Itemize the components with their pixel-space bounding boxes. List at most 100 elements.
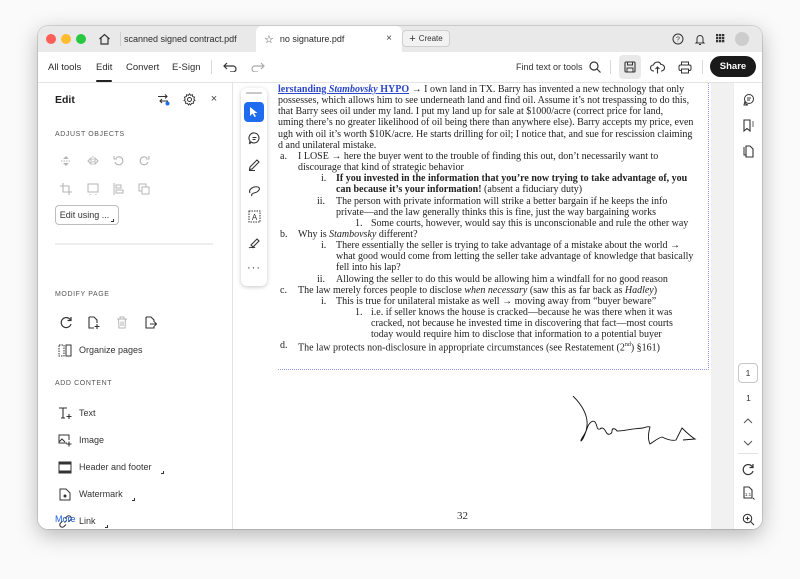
pen-icon bbox=[248, 158, 260, 171]
fit-page-button[interactable]: 1:1 bbox=[740, 485, 756, 501]
redo-button[interactable] bbox=[250, 59, 266, 75]
window-zoom-button[interactable] bbox=[76, 34, 86, 44]
switch-arrows-icon bbox=[157, 93, 169, 105]
text-box-tool-button[interactable]: A bbox=[244, 206, 264, 226]
panel-close-button[interactable]: × bbox=[206, 91, 222, 107]
rotate-view-button[interactable] bbox=[740, 461, 756, 477]
watermark-button[interactable]: Watermark bbox=[58, 485, 135, 503]
find-text-or-tools[interactable]: Find text or tools bbox=[516, 52, 601, 82]
create-button[interactable]: + Create bbox=[402, 30, 450, 47]
window-minimize-button[interactable] bbox=[61, 34, 71, 44]
print-button[interactable] bbox=[677, 59, 693, 75]
select-tool-button[interactable] bbox=[244, 102, 264, 122]
align-objects-button[interactable] bbox=[111, 181, 127, 197]
tab-no-signature[interactable]: ☆ no signature.pdf × bbox=[256, 26, 402, 52]
document-text-line: discourage that kind of strategic behavi… bbox=[298, 162, 464, 174]
more-tools-button[interactable]: ··· bbox=[244, 258, 264, 278]
replace-image-button[interactable] bbox=[85, 181, 101, 197]
delete-page-button[interactable] bbox=[114, 314, 130, 330]
edit-using-button[interactable]: Edit using ... bbox=[55, 205, 119, 225]
menu-esign[interactable]: E-Sign bbox=[172, 52, 201, 82]
upload-button[interactable] bbox=[649, 59, 665, 75]
text-box-icon: A bbox=[248, 210, 260, 222]
flip-horizontal-button[interactable] bbox=[85, 153, 101, 169]
tab-scanned-signed-contract[interactable]: scanned signed contract.pdf bbox=[122, 26, 256, 52]
header-footer-label: Header and footer bbox=[79, 462, 152, 472]
organize-pages-button[interactable]: Organize pages bbox=[58, 341, 143, 359]
rail-divider bbox=[738, 453, 758, 454]
header-footer-icon bbox=[58, 460, 72, 474]
draw-tool-button[interactable] bbox=[244, 180, 264, 200]
dropdown-corner-icon bbox=[160, 471, 164, 474]
svg-text:1:1: 1:1 bbox=[744, 492, 751, 497]
bookmarks-panel-button[interactable] bbox=[740, 117, 756, 133]
comments-icon bbox=[742, 93, 754, 105]
crop-button[interactable] bbox=[58, 181, 74, 197]
add-text-label: Text bbox=[79, 408, 96, 418]
list-marker: i. bbox=[321, 240, 327, 252]
next-page-button[interactable] bbox=[740, 435, 756, 451]
menu-all-tools[interactable]: All tools bbox=[48, 52, 81, 82]
arrange-icon bbox=[138, 183, 150, 195]
drag-handle[interactable] bbox=[246, 92, 262, 94]
document-text-line: uming there’s no greater likelihood of o… bbox=[278, 117, 694, 129]
add-text-button[interactable]: Text bbox=[58, 404, 96, 422]
document-text-line: possesses, which allows him to see under… bbox=[278, 95, 690, 107]
tab-label: no signature.pdf bbox=[279, 34, 345, 44]
notifications-button[interactable] bbox=[692, 31, 708, 47]
comment-tool-button[interactable] bbox=[244, 128, 264, 148]
document-text-line: If you invested in the information that … bbox=[336, 173, 688, 185]
document-text-line: can because it’s your information! (abse… bbox=[336, 184, 583, 196]
arrange-objects-button[interactable] bbox=[136, 181, 152, 197]
flip-vertical-button[interactable] bbox=[58, 153, 74, 169]
share-button[interactable]: Share bbox=[710, 56, 756, 77]
undo-icon bbox=[223, 62, 237, 72]
panel-settings-button[interactable] bbox=[181, 91, 197, 107]
extract-page-button[interactable] bbox=[142, 314, 158, 330]
more-link[interactable]: More bbox=[55, 514, 76, 524]
editable-text-block[interactable]: lerstanding Stambovsky HYPO → I own land… bbox=[278, 83, 709, 370]
document-text-line: ugh with oil it’s worth $10K/acre. He st… bbox=[278, 128, 693, 140]
rotate-left-button[interactable] bbox=[111, 153, 127, 169]
watermark-icon bbox=[58, 487, 72, 501]
add-image-label: Image bbox=[79, 435, 105, 445]
save-button[interactable] bbox=[619, 55, 641, 79]
document-text-line: cracked, not because he invested time in… bbox=[371, 318, 673, 330]
svg-text:A: A bbox=[251, 213, 257, 222]
window-close-button[interactable] bbox=[46, 34, 56, 44]
menu-convert[interactable]: Convert bbox=[126, 52, 159, 82]
insert-page-button[interactable] bbox=[85, 314, 101, 330]
document-scrollbar[interactable] bbox=[717, 83, 733, 529]
trash-icon bbox=[117, 316, 127, 328]
tab-divider bbox=[120, 32, 121, 46]
close-tab-icon[interactable]: × bbox=[386, 33, 392, 44]
document-text-line: Allowing the seller to do this would be … bbox=[336, 273, 668, 285]
flip-horizontal-icon bbox=[87, 156, 99, 166]
list-marker: ii. bbox=[317, 273, 326, 285]
pages-panel-button[interactable] bbox=[740, 143, 756, 159]
current-page-input[interactable]: 1 bbox=[738, 363, 758, 383]
rotate-page-icon bbox=[60, 316, 72, 328]
header-footer-button[interactable]: Header and footer bbox=[58, 458, 164, 476]
rotate-right-button[interactable] bbox=[136, 153, 152, 169]
extract-page-icon bbox=[144, 315, 157, 329]
add-image-button[interactable]: Image bbox=[58, 431, 104, 449]
comments-panel-button[interactable] bbox=[740, 91, 756, 107]
menu-edit[interactable]: Edit bbox=[96, 52, 113, 82]
star-icon[interactable]: ☆ bbox=[264, 33, 274, 46]
rotate-page-button[interactable] bbox=[58, 314, 74, 330]
zoom-in-button[interactable] bbox=[740, 511, 756, 527]
sign-tool-button[interactable] bbox=[244, 232, 264, 252]
highlight-tool-button[interactable] bbox=[244, 154, 264, 174]
panel-title: Edit bbox=[55, 94, 75, 106]
user-avatar[interactable] bbox=[735, 32, 749, 46]
home-button[interactable] bbox=[94, 29, 114, 49]
previous-page-button[interactable] bbox=[740, 413, 756, 429]
undo-button[interactable] bbox=[222, 59, 238, 75]
gear-icon bbox=[182, 92, 196, 106]
tab-label: scanned signed contract.pdf bbox=[124, 34, 237, 44]
apps-button[interactable] bbox=[713, 31, 729, 47]
panel-switch-button[interactable] bbox=[155, 91, 171, 107]
help-button[interactable]: ? bbox=[670, 31, 686, 47]
pages-icon bbox=[743, 144, 754, 158]
